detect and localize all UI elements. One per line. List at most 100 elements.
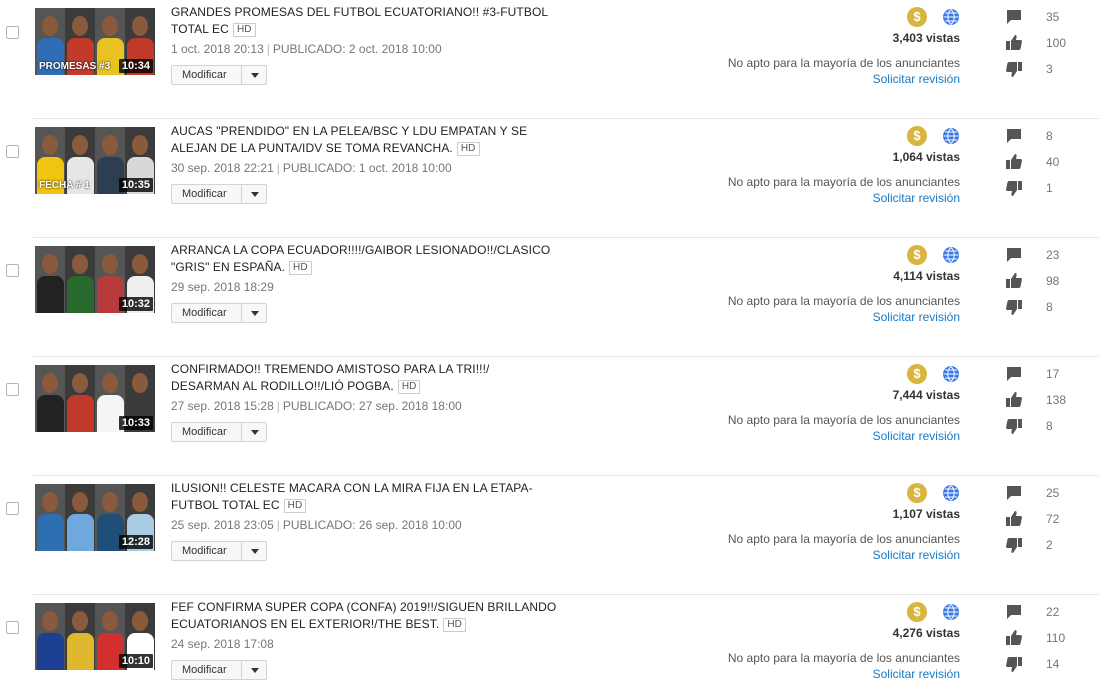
row-checkbox[interactable] [6, 502, 19, 515]
thumbnail-figure [65, 246, 96, 313]
video-title[interactable]: ARRANCA LA COPA ECUADOR!!!!/GAIBOR LESIO… [171, 242, 561, 276]
edit-button-divider [241, 542, 242, 560]
edit-button[interactable]: Modificar [171, 184, 267, 204]
globe-icon[interactable] [942, 365, 960, 383]
monetization-icon[interactable]: $ [907, 602, 927, 622]
row-checkbox[interactable] [6, 145, 19, 158]
video-thumbnail[interactable]: 10:10 [35, 603, 155, 670]
video-thumbnail[interactable]: 10:33 [35, 365, 155, 432]
view-count: 3,403 vistas [893, 31, 960, 45]
thumbnail-caption: FECHA # 1 [39, 180, 90, 191]
chevron-down-icon[interactable] [251, 311, 259, 316]
request-review-link[interactable]: Solicitar revisión [873, 429, 960, 443]
dislike-count: 8 [1046, 300, 1053, 314]
hd-badge: HD [443, 618, 466, 632]
thumbs-down-icon[interactable] [1005, 179, 1023, 197]
video-title-text[interactable]: FEF CONFIRMA SUPER COPA (CONFA) 2019!!/S… [171, 600, 556, 631]
request-review-link[interactable]: Solicitar revisión [873, 191, 960, 205]
row-checkbox[interactable] [6, 264, 19, 277]
video-title-text[interactable]: GRANDES PROMESAS DEL FUTBOL ECUATORIANO!… [171, 5, 548, 36]
thumbs-down-icon[interactable] [1005, 60, 1023, 78]
view-count: 4,114 vistas [893, 269, 960, 283]
chevron-down-icon[interactable] [251, 430, 259, 435]
ads-status: No apto para la mayoría de los anunciant… [727, 294, 960, 308]
video-row: 10:32 ARRANCA LA COPA ECUADOR!!!!/GAIBOR… [0, 238, 1099, 357]
video-title-text[interactable]: ARRANCA LA COPA ECUADOR!!!!/GAIBOR LESIO… [171, 243, 550, 274]
edit-button[interactable]: Modificar [171, 303, 267, 323]
edit-button[interactable]: Modificar [171, 541, 267, 561]
thumbnail-figure [65, 603, 96, 670]
edit-button-label: Modificar [182, 188, 227, 200]
edit-button[interactable]: Modificar [171, 65, 267, 85]
view-count-value: 3,403 [892, 31, 923, 45]
request-review-link[interactable]: Solicitar revisión [873, 72, 960, 86]
video-thumbnail[interactable]: PROMESAS #3 10:34 [35, 8, 155, 75]
video-title[interactable]: GRANDES PROMESAS DEL FUTBOL ECUATORIANO!… [171, 4, 561, 38]
monetization-icon[interactable]: $ [907, 245, 927, 265]
video-title-text[interactable]: CONFIRMADO!! TREMENDO AMISTOSO PARA LA T… [171, 362, 489, 393]
chevron-down-icon[interactable] [251, 549, 259, 554]
row-checkbox[interactable] [6, 383, 19, 396]
comment-icon[interactable] [1005, 365, 1023, 383]
chevron-down-icon[interactable] [251, 192, 259, 197]
video-title-text[interactable]: ILUSION!! CELESTE MACARA CON LA MIRA FIJ… [171, 481, 533, 512]
recorded-date: 24 sep. 2018 17:08 [171, 637, 274, 651]
globe-icon[interactable] [942, 127, 960, 145]
thumbs-up-icon[interactable] [1005, 34, 1023, 52]
row-checkbox[interactable] [6, 26, 19, 39]
comment-icon[interactable] [1005, 246, 1023, 264]
edit-button[interactable]: Modificar [171, 660, 267, 680]
video-row: 10:10 FEF CONFIRMA SUPER COPA (CONFA) 20… [0, 595, 1099, 694]
thumbs-down-icon[interactable] [1005, 417, 1023, 435]
video-thumbnail[interactable]: 10:32 [35, 246, 155, 313]
video-duration: 12:28 [118, 535, 153, 549]
hd-badge: HD [456, 142, 480, 156]
comment-icon[interactable] [1005, 127, 1023, 145]
globe-icon[interactable] [942, 246, 960, 264]
thumbs-up-icon[interactable] [1005, 272, 1023, 290]
dislike-count: 1 [1046, 181, 1053, 195]
comment-count: 17 [1046, 367, 1060, 381]
view-count: 1,064 vistas [893, 150, 960, 164]
row-checkbox[interactable] [6, 621, 19, 634]
comment-icon[interactable] [1005, 484, 1023, 502]
video-title[interactable]: AUCAS "PRENDIDO" EN LA PELEA/BSC Y LDU E… [171, 123, 561, 157]
monetization-icon[interactable]: $ [907, 7, 927, 27]
monetization-icon[interactable]: $ [907, 483, 927, 503]
request-review-link[interactable]: Solicitar revisión [873, 667, 960, 681]
thumbs-down-icon[interactable] [1005, 655, 1023, 673]
request-review-link[interactable]: Solicitar revisión [873, 310, 960, 324]
video-title[interactable]: FEF CONFIRMA SUPER COPA (CONFA) 2019!!/S… [171, 599, 561, 633]
chevron-down-icon[interactable] [251, 668, 259, 673]
video-title[interactable]: CONFIRMADO!! TREMENDO AMISTOSO PARA LA T… [171, 361, 561, 395]
video-title[interactable]: ILUSION!! CELESTE MACARA CON LA MIRA FIJ… [171, 480, 561, 514]
monetization-icon[interactable]: $ [907, 364, 927, 384]
thumbs-down-icon[interactable] [1005, 536, 1023, 554]
thumbs-down-icon[interactable] [1005, 298, 1023, 316]
view-count: 1,107 vistas [893, 507, 960, 521]
video-thumbnail[interactable]: FECHA # 1 10:35 [35, 127, 155, 194]
globe-icon[interactable] [942, 603, 960, 621]
view-count: 7,444 vistas [893, 388, 960, 402]
thumbs-up-icon[interactable] [1005, 153, 1023, 171]
thumbs-up-icon[interactable] [1005, 510, 1023, 528]
comment-icon[interactable] [1005, 8, 1023, 26]
globe-icon[interactable] [942, 484, 960, 502]
chevron-down-icon[interactable] [251, 73, 259, 78]
comment-count: 8 [1046, 129, 1053, 143]
recorded-date: 29 sep. 2018 18:29 [171, 280, 274, 294]
ads-status: No apto para la mayoría de los anunciant… [727, 56, 960, 70]
thumbs-up-icon[interactable] [1005, 391, 1023, 409]
edit-button[interactable]: Modificar [171, 422, 267, 442]
request-review-link[interactable]: Solicitar revisión [873, 548, 960, 562]
view-count: 4,276 vistas [893, 626, 960, 640]
view-count-suffix: vistas [925, 269, 960, 283]
hd-badge: HD [289, 261, 312, 275]
monetization-icon[interactable]: $ [907, 126, 927, 146]
view-count-suffix: vistas [925, 626, 960, 640]
comment-icon[interactable] [1005, 603, 1023, 621]
video-thumbnail[interactable]: 12:28 [35, 484, 155, 551]
thumbs-up-icon[interactable] [1005, 629, 1023, 647]
globe-icon[interactable] [942, 8, 960, 26]
video-row: 12:28 ILUSION!! CELESTE MACARA CON LA MI… [0, 476, 1099, 595]
